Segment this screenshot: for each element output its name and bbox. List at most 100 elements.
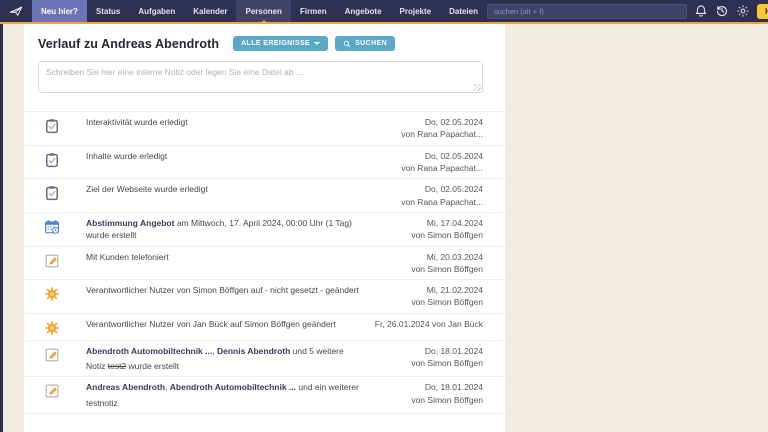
nav-item-firmen[interactable]: Firmen — [291, 0, 336, 22]
note-input-wrap — [38, 61, 483, 93]
page-header: Verlauf zu Andreas Abendroth ALLE EREIGN… — [24, 24, 505, 51]
event-meta-line: von Simon Böffgen — [411, 394, 483, 406]
event-main-text: Verantwortlicher Nutzer von Jan Bück auf… — [86, 318, 367, 330]
event-text: Verantwortlicher Nutzer von Jan Bück auf… — [86, 318, 375, 330]
event-meta-line: Mi, 21.02.2024 — [411, 284, 483, 296]
event-main-text: Abendroth Automobiltechnik ..., Dennis A… — [86, 345, 376, 357]
event-meta-line: Do, 18.01.2024 — [411, 381, 483, 393]
timeline-list: Interaktivität wurde erledigt Do, 02.05.2… — [24, 111, 505, 414]
chevron-down-icon — [314, 42, 320, 45]
event-meta-line: von Simon Böffgen — [411, 229, 483, 241]
search-events-button[interactable]: SUCHEN — [335, 36, 395, 51]
event-text: Mit Kunden telefoniert — [86, 251, 384, 263]
event-main-text: Andreas Abendroth, Abendroth Automobilte… — [86, 381, 376, 393]
text-segment: testnotiz — [86, 398, 118, 408]
window-left-edge — [0, 24, 3, 432]
event-meta-line: Mi, 17.04.2024 — [411, 217, 483, 229]
note-pencil-icon — [44, 383, 60, 399]
history-icon[interactable] — [715, 4, 729, 18]
event-text: Verantwortlicher Nutzer von Simon Böffge… — [86, 284, 384, 296]
timeline-row: Verantwortlicher Nutzer von Jan Bück auf… — [24, 314, 505, 341]
event-text: Interaktivität wurde erledigt — [86, 116, 384, 128]
task-check-icon — [44, 152, 60, 168]
event-meta-line: von Simon Böffgen — [411, 263, 483, 275]
page-title: Verlauf zu Andreas Abendroth — [38, 37, 219, 51]
note-pencil-icon — [44, 347, 60, 363]
event-meta: Mi, 20.03.2024von Simon Böffgen — [411, 251, 483, 276]
note-pencil-icon — [44, 253, 60, 269]
nav-item-projekte[interactable]: Projekte — [391, 0, 441, 22]
nav-item-personen[interactable]: Personen — [236, 0, 290, 22]
entity-link[interactable]: Andreas Abendroth — [86, 382, 165, 392]
search-icon — [343, 40, 351, 48]
event-text: Abendroth Automobiltechnik ..., Dennis A… — [86, 345, 384, 373]
entity-link[interactable]: Dennis Abendroth — [217, 346, 290, 356]
timeline-row: Mit Kunden telefoniert Mi, 20.03.2024von … — [24, 247, 505, 281]
event-main-text: Verantwortlicher Nutzer von Simon Böffge… — [86, 284, 376, 296]
timeline-row: Inhalte wurde erledigt Do, 02.05.2024von … — [24, 146, 505, 180]
all-events-label: ALLE EREIGNISSE — [241, 40, 310, 47]
nav-item-neu-hier[interactable]: Neu hier? — [32, 0, 87, 22]
search-events-label: SUCHEN — [355, 40, 387, 47]
nav-items: Neu hier?StatusAufgabenKalenderPersonenF… — [32, 0, 487, 22]
event-meta-line: Do, 02.05.2024 — [401, 183, 483, 195]
entity-link[interactable]: Abstimmung Angebot — [86, 218, 174, 228]
note-input[interactable] — [38, 61, 483, 93]
text-segment: und ein weiterer — [296, 382, 359, 392]
settings-change-icon — [44, 286, 60, 302]
bell-icon[interactable] — [694, 4, 708, 18]
event-main-text: Ziel der Webseite wurde erledigt — [86, 183, 376, 195]
gear-icon[interactable] — [736, 4, 750, 18]
paper-plane-icon[interactable] — [0, 0, 32, 22]
text-segment: Interaktivität wurde erledigt — [86, 117, 188, 127]
event-meta-line: Fr, 26.01.2024 von Jan Bück — [375, 318, 483, 330]
timeline-row: Interaktivität wurde erledigt Do, 02.05.2… — [24, 112, 505, 146]
page-body: Verlauf zu Andreas Abendroth ALLE EREIGN… — [0, 24, 768, 432]
event-subtext: Notiz test2 wurde erstellt — [86, 360, 376, 372]
all-events-dropdown[interactable]: ALLE EREIGNISSE — [233, 36, 328, 51]
event-text: Ziel der Webseite wurde erledigt — [86, 183, 384, 195]
active-tab-caret-icon — [260, 20, 268, 24]
nav-item-aufgaben[interactable]: Aufgaben — [129, 0, 184, 22]
timeline-row: Abstimmung Angebot am Mittwoch, 17. Apri… — [24, 213, 505, 247]
event-main-text: Inhalte wurde erledigt — [86, 150, 376, 162]
timeline-row: Andreas Abendroth, Abendroth Automobilte… — [24, 377, 505, 414]
timeline-row: Abendroth Automobiltechnik ..., Dennis A… — [24, 341, 505, 378]
event-text: Andreas Abendroth, Abendroth Automobilte… — [86, 381, 384, 409]
nav-item-kalender[interactable]: Kalender — [184, 0, 236, 22]
nav-right: Hilfe — [487, 0, 768, 22]
entity-link[interactable]: Abendroth Automobiltechnik ... — [86, 346, 212, 356]
event-meta-line: von Rana Papachat... — [401, 162, 483, 174]
event-meta-line: Do, 02.05.2024 — [401, 150, 483, 162]
event-meta: Mi, 21.02.2024von Simon Böffgen — [411, 284, 483, 309]
event-meta: Do, 02.05.2024von Rana Papachat... — [401, 116, 483, 141]
event-meta-line: von Rana Papachat... — [401, 196, 483, 208]
event-meta: Do, 02.05.2024von Rana Papachat... — [401, 150, 483, 175]
struck-text: test2 — [108, 361, 126, 371]
event-text: Abstimmung Angebot am Mittwoch, 17. Apri… — [86, 217, 384, 242]
event-main-text: Interaktivität wurde erledigt — [86, 116, 376, 128]
nav-item-angebote[interactable]: Angebote — [336, 0, 391, 22]
text-segment: und 5 weitere — [290, 346, 343, 356]
text-segment: Mit Kunden telefoniert — [86, 252, 169, 262]
event-meta-line: von Rana Papachat... — [401, 128, 483, 140]
event-meta-line: Do, 02.05.2024 — [401, 116, 483, 128]
event-meta-line: von Simon Böffgen — [411, 357, 483, 369]
event-text: Inhalte wurde erledigt — [86, 150, 384, 162]
main-content: Verlauf zu Andreas Abendroth ALLE EREIGN… — [24, 24, 505, 432]
event-meta: Fr, 26.01.2024 von Jan Bück — [375, 318, 483, 330]
search-input[interactable] — [487, 4, 687, 19]
top-nav: Neu hier?StatusAufgabenKalenderPersonenF… — [0, 0, 768, 24]
text-segment: Verantwortlicher Nutzer von Simon Böffge… — [86, 285, 359, 295]
timeline-row: Ziel der Webseite wurde erledigt Do, 02.0… — [24, 179, 505, 213]
event-meta: Do, 02.05.2024von Rana Papachat... — [401, 183, 483, 208]
event-meta: Do, 18.01.2024von Simon Böffgen — [411, 345, 483, 370]
nav-item-status[interactable]: Status — [87, 0, 129, 22]
event-main-text: Abstimmung Angebot am Mittwoch, 17. Apri… — [86, 217, 376, 242]
help-button[interactable]: Hilfe — [757, 4, 768, 19]
entity-link[interactable]: Abendroth Automobiltechnik ... — [170, 382, 296, 392]
app-window: Neu hier?StatusAufgabenKalenderPersonenF… — [0, 0, 768, 432]
event-subtext: testnotiz — [86, 397, 376, 409]
event-main-text: Mit Kunden telefoniert — [86, 251, 376, 263]
nav-item-dateien[interactable]: Dateien — [440, 0, 487, 22]
